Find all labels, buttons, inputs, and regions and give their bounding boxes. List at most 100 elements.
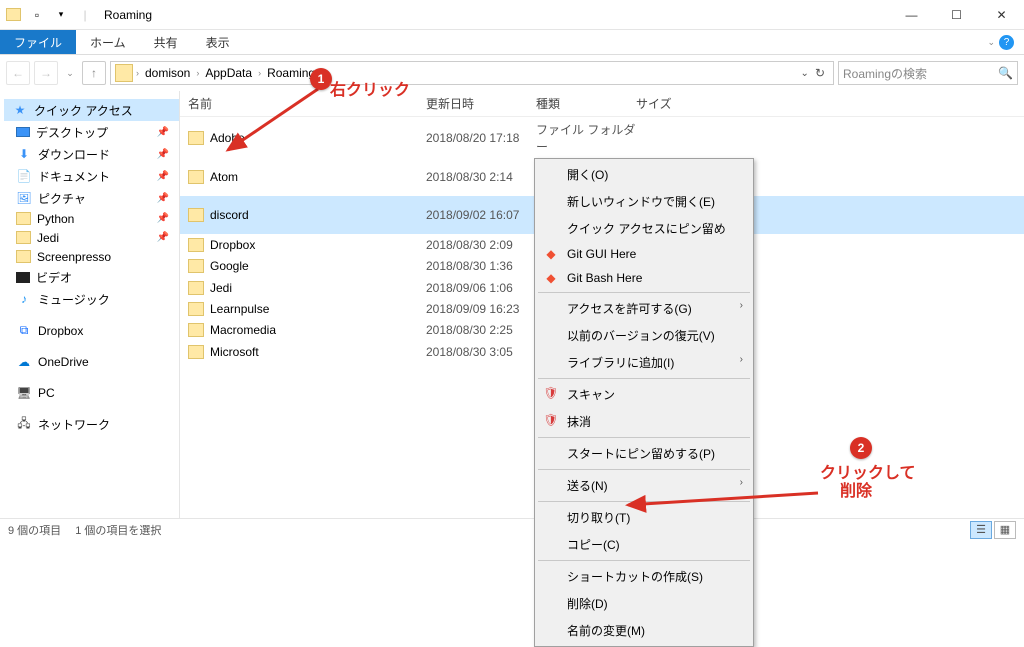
context-item[interactable]: ◆Git Bash Here — [537, 266, 751, 290]
context-item[interactable]: 🛡スキャン — [537, 381, 751, 408]
context-item[interactable]: 新しいウィンドウで開く(E) — [537, 188, 751, 215]
sidebar-item[interactable]: ビデオ — [4, 266, 179, 288]
context-menu: 開く(O)新しいウィンドウで開く(E)クイック アクセスにピン留め◆Git GU… — [534, 158, 754, 647]
sidebar-item-label: ミュージック — [38, 291, 110, 308]
minimize-button[interactable]: — — [889, 1, 934, 29]
context-separator — [538, 560, 750, 561]
maximize-button[interactable]: ☐ — [934, 1, 979, 29]
column-type[interactable]: 種類 — [536, 95, 636, 112]
file-date: 2018/08/30 3:05 — [426, 345, 536, 359]
column-date[interactable]: 更新日時 — [426, 95, 536, 112]
context-separator — [538, 437, 750, 438]
breadcrumb[interactable]: › domison › AppData › Roaming ⌄ ↻ — [110, 61, 834, 85]
pic-icon: 🖼 — [16, 190, 32, 206]
folder-icon — [16, 231, 31, 244]
context-item-label: アクセスを許可する(G) — [567, 302, 692, 316]
file-date: 2018/08/30 1:36 — [426, 259, 536, 273]
context-item[interactable]: 削除(D) — [537, 590, 751, 617]
qat-item[interactable]: ▫ — [26, 4, 48, 26]
context-item[interactable]: ◆Git GUI Here — [537, 242, 751, 266]
help-icon: ? — [999, 35, 1014, 50]
onedrive-icon: ☁ — [16, 354, 32, 370]
context-item-label: Git GUI Here — [567, 247, 636, 261]
sidebar-item[interactable]: 🖼ピクチャ📌 — [4, 187, 179, 209]
tab-file[interactable]: ファイル — [0, 30, 76, 54]
context-item[interactable]: 以前のバージョンの復元(V) — [537, 322, 751, 349]
sidebar-dropbox[interactable]: ⧉ Dropbox — [4, 320, 179, 341]
context-item[interactable]: 切り取り(T) — [537, 504, 751, 531]
sidebar-item-label: Jedi — [37, 231, 59, 245]
tab-home[interactable]: ホーム — [76, 30, 140, 54]
context-item-label: スキャン — [567, 388, 615, 402]
sidebar-item[interactable]: デスクトップ📌 — [4, 121, 179, 143]
sidebar-item-label: PC — [38, 386, 55, 400]
sidebar-item[interactable]: Python📌 — [4, 209, 179, 228]
file-name: Atom — [210, 170, 426, 184]
folder-icon — [2, 4, 24, 26]
sidebar-onedrive[interactable]: ☁ OneDrive — [4, 351, 179, 372]
mc-icon: 🛡 — [543, 412, 559, 428]
sidebar-item[interactable]: 📄ドキュメント📌 — [4, 165, 179, 187]
network-icon: 🖧 — [16, 416, 32, 432]
chevron-down-icon[interactable]: ⌄ — [801, 68, 809, 79]
pc-icon: 🖥 — [16, 385, 32, 401]
folder-icon — [188, 323, 204, 337]
context-item-label: 新しいウィンドウで開く(E) — [567, 195, 715, 209]
sidebar-item[interactable]: ♪ミュージック — [4, 288, 179, 310]
context-item-label: コピー(C) — [567, 538, 620, 552]
file-date: 2018/08/20 17:18 — [426, 131, 536, 145]
breadcrumb-item[interactable]: domison — [140, 66, 195, 80]
context-item[interactable]: 🛡抹消 — [537, 408, 751, 435]
context-item[interactable]: スタートにピン留めする(P) — [537, 440, 751, 467]
sidebar-item-label: ネットワーク — [38, 416, 110, 433]
context-item-label: クイック アクセスにピン留め — [567, 222, 726, 236]
tab-view[interactable]: 表示 — [192, 30, 244, 54]
chevron-right-icon: › — [196, 68, 199, 78]
sidebar-item-label: Python — [37, 212, 74, 226]
chevron-right-icon: › — [740, 300, 743, 311]
sidebar-item[interactable]: ⬇ダウンロード📌 — [4, 143, 179, 165]
context-item[interactable]: ショートカットの作成(S) — [537, 563, 751, 590]
forward-button[interactable]: → — [34, 61, 58, 85]
annotation-badge-2: 2 — [850, 437, 872, 459]
context-item[interactable]: 開く(O) — [537, 161, 751, 188]
sidebar-pc[interactable]: 🖥 PC — [4, 382, 179, 403]
context-item[interactable]: アクセスを許可する(G) › — [537, 295, 751, 322]
context-item[interactable]: 送る(N)› — [537, 472, 751, 499]
view-icons-button[interactable]: ▦ — [994, 521, 1016, 539]
folder-icon — [188, 170, 204, 184]
context-item[interactable]: 名前の変更(M) — [537, 617, 751, 644]
sidebar-item[interactable]: Screenpresso — [4, 247, 179, 266]
sidebar-network[interactable]: 🖧 ネットワーク — [4, 413, 179, 435]
column-size[interactable]: サイズ — [636, 95, 706, 112]
up-button[interactable]: ↑ — [82, 61, 106, 85]
tab-share[interactable]: 共有 — [140, 30, 192, 54]
context-item[interactable]: クイック アクセスにピン留め — [537, 215, 751, 242]
git-icon: ◆ — [543, 270, 559, 286]
file-name: Google — [210, 259, 426, 273]
back-button[interactable]: ← — [6, 61, 30, 85]
file-row[interactable]: Adobe2018/08/20 17:18ファイル フォルダー — [180, 119, 1024, 157]
sidebar-item[interactable]: Jedi📌 — [4, 228, 179, 247]
context-item[interactable]: ライブラリに追加(I)› — [537, 349, 751, 376]
qat-dropdown[interactable]: ▾ — [50, 4, 72, 26]
context-item[interactable]: コピー(C) — [537, 531, 751, 558]
search-input[interactable]: Roamingの検索 🔍 — [838, 61, 1018, 85]
refresh-icon[interactable]: ↻ — [811, 66, 829, 80]
sidebar-quick-access[interactable]: ★ クイック アクセス — [4, 99, 179, 121]
annotation-badge-1: 1 — [310, 68, 332, 90]
file-date: 2018/09/02 16:07 — [426, 208, 536, 222]
history-dropdown-icon[interactable]: ⌄ — [62, 68, 78, 79]
column-headers: 名前 更新日時 種類 サイズ — [180, 91, 1024, 117]
sidebar-item-label: クイック アクセス — [34, 102, 133, 119]
close-button[interactable]: ✕ — [979, 1, 1024, 29]
view-details-button[interactable]: ☰ — [970, 521, 992, 539]
ribbon-help[interactable]: ⌄ ? — [977, 30, 1024, 54]
quick-access-toolbar: ▫ ▾ | — [0, 4, 98, 26]
folder-icon — [115, 64, 133, 82]
context-separator — [538, 469, 750, 470]
file-name: Learnpulse — [210, 302, 426, 316]
folder-icon — [188, 302, 204, 316]
breadcrumb-item[interactable]: AppData — [200, 66, 257, 80]
dropbox-icon: ⧉ — [16, 323, 32, 339]
